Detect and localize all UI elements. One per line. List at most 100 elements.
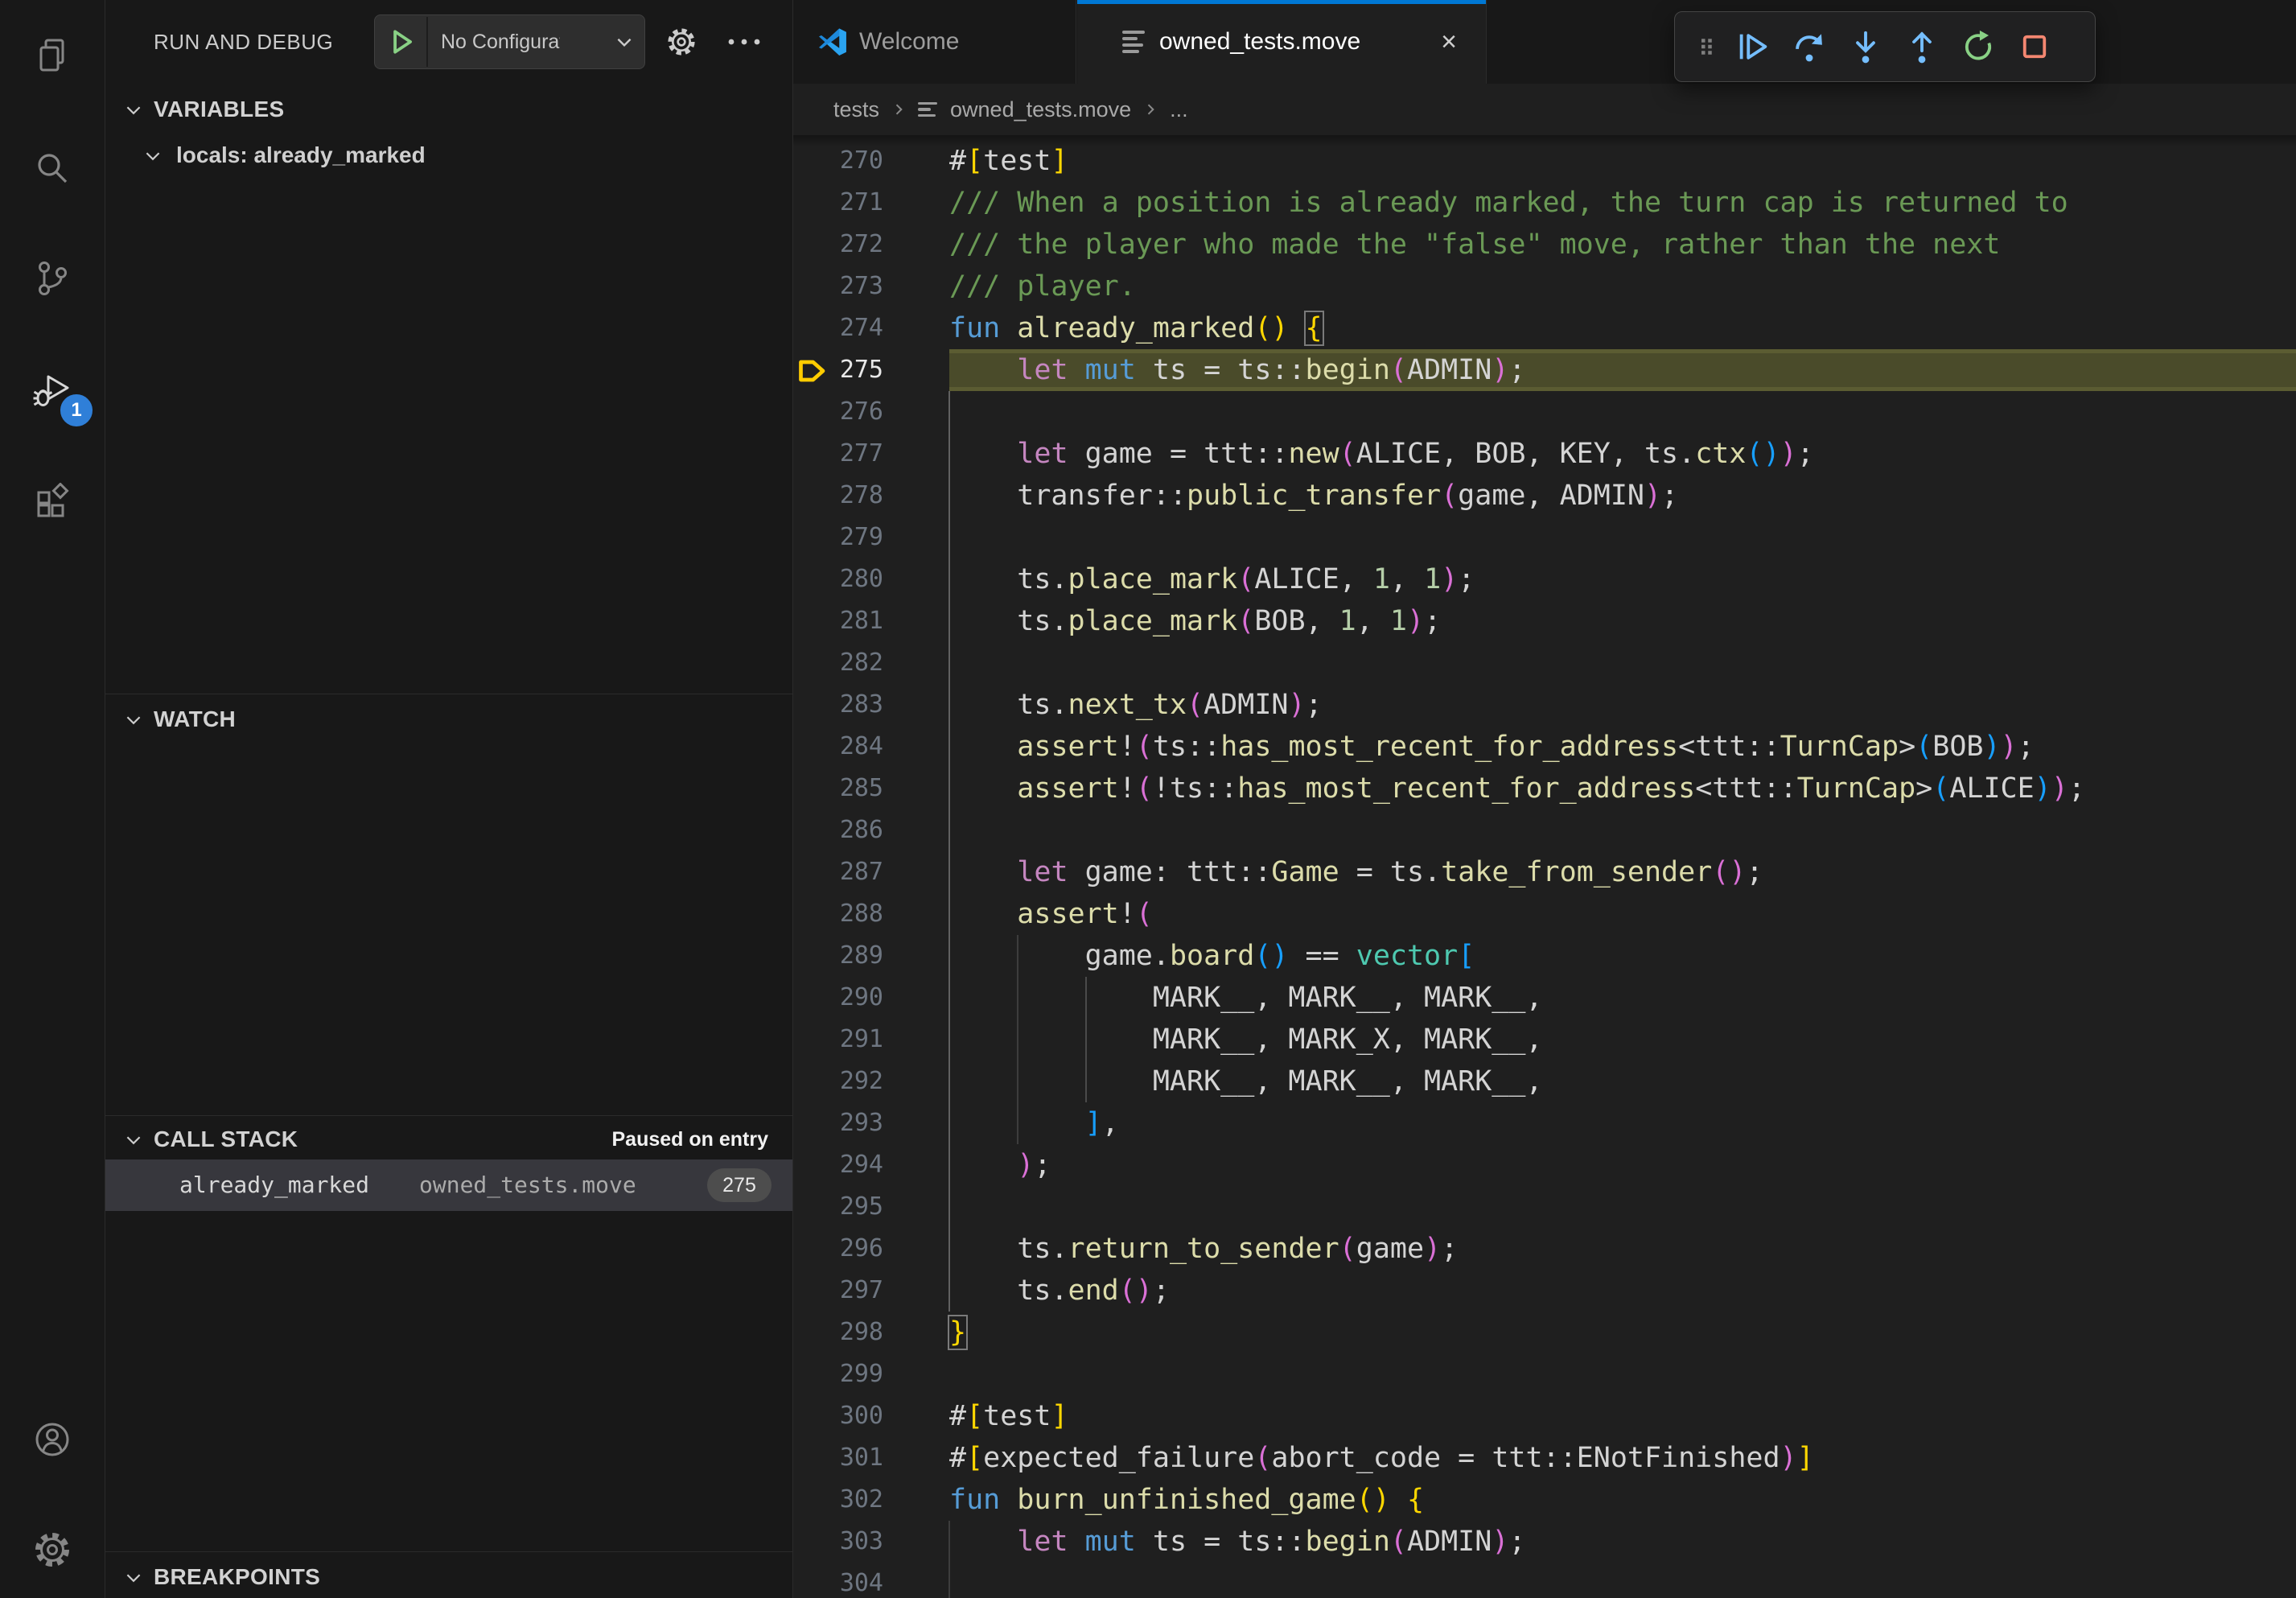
line-number[interactable]: 277 — [793, 433, 883, 475]
code-line[interactable]: 282 — [793, 642, 2296, 684]
line-number[interactable]: 291 — [793, 1019, 883, 1061]
line-number[interactable]: 298 — [793, 1312, 883, 1353]
code-line[interactable]: 285 assert!(!ts::has_most_recent_for_add… — [793, 768, 2296, 809]
line-number[interactable]: 290 — [793, 977, 883, 1019]
line-number[interactable]: 293 — [793, 1102, 883, 1144]
code-line[interactable]: 304 — [793, 1563, 2296, 1598]
line-number[interactable]: 287 — [793, 851, 883, 893]
line-number[interactable]: 299 — [793, 1353, 883, 1395]
tab-owned-tests-move[interactable]: owned_tests.move × — [1077, 0, 1487, 84]
code-line[interactable]: 299 — [793, 1353, 2296, 1395]
debug-config-dropdown[interactable]: No Configurations — [374, 14, 645, 69]
line-number[interactable]: 294 — [793, 1144, 883, 1186]
line-number[interactable]: 283 — [793, 684, 883, 726]
code-line[interactable]: 289 game.board() == vector[ — [793, 935, 2296, 977]
extensions-icon[interactable] — [33, 483, 72, 521]
line-number[interactable]: 275 — [793, 349, 883, 391]
code-line[interactable]: 302fun burn_unfinished_game() { — [793, 1479, 2296, 1521]
code-line[interactable]: 297 ts.end(); — [793, 1270, 2296, 1312]
breadcrumb-item-tests[interactable]: tests — [833, 97, 879, 122]
code-line[interactable]: 278 transfer::public_transfer(game, ADMI… — [793, 475, 2296, 517]
code-line[interactable]: 288 assert!( — [793, 893, 2296, 935]
code-line[interactable]: 273/// player. — [793, 266, 2296, 307]
code-line[interactable]: 301#[expected_failure(abort_code = ttt::… — [793, 1437, 2296, 1479]
line-number[interactable]: 271 — [793, 182, 883, 224]
settings-gear-icon[interactable] — [33, 1530, 72, 1569]
code-line[interactable]: 277 let game = ttt::new(ALICE, BOB, KEY,… — [793, 433, 2296, 475]
code-line[interactable]: 280 ts.place_mark(ALICE, 1, 1); — [793, 558, 2296, 600]
line-number[interactable]: 296 — [793, 1228, 883, 1270]
stop-button[interactable] — [2006, 23, 2063, 71]
stack-frame-row[interactable]: already_marked owned_tests.move 275 — [105, 1159, 792, 1211]
code-line[interactable]: 276 — [793, 391, 2296, 433]
code-line[interactable]: 287 let game: ttt::Game = ts.take_from_s… — [793, 851, 2296, 893]
code-line[interactable]: 270#[test] — [793, 140, 2296, 182]
toolbar-drag-grip[interactable] — [1688, 23, 1725, 71]
variables-section-header[interactable]: VARIABLES — [105, 90, 792, 129]
more-actions-icon[interactable] — [723, 23, 765, 61]
code-line[interactable]: 295 — [793, 1186, 2296, 1228]
line-number[interactable]: 302 — [793, 1479, 883, 1521]
line-number[interactable]: 278 — [793, 475, 883, 517]
tab-welcome[interactable]: Welcome — [793, 0, 1076, 84]
code-line[interactable]: 292 MARK__, MARK__, MARK__, — [793, 1061, 2296, 1102]
line-number[interactable]: 304 — [793, 1563, 883, 1598]
code-line[interactable]: 291 MARK__, MARK_X, MARK__, — [793, 1019, 2296, 1061]
code-line[interactable]: 293 ], — [793, 1102, 2296, 1144]
code-line[interactable]: 283 ts.next_tx(ADMIN); — [793, 684, 2296, 726]
step-over-button[interactable] — [1781, 23, 1837, 71]
debug-config-value[interactable]: No Configurations — [441, 15, 560, 68]
variables-scope-row[interactable]: locals: already_marked — [105, 135, 792, 175]
line-number[interactable]: 280 — [793, 558, 883, 600]
close-icon[interactable]: × — [1434, 27, 1463, 56]
line-number[interactable]: 272 — [793, 224, 883, 266]
code-line[interactable]: 286 — [793, 809, 2296, 851]
code-line[interactable]: 272/// the player who made the "false" m… — [793, 224, 2296, 266]
step-into-button[interactable] — [1837, 23, 1894, 71]
line-number[interactable]: 284 — [793, 726, 883, 768]
breadcrumb-item-symbol[interactable]: ... — [1170, 97, 1188, 122]
line-number[interactable]: 303 — [793, 1521, 883, 1563]
code-line[interactable]: 275 let mut ts = ts::begin(ADMIN); — [793, 349, 2296, 391]
line-number[interactable]: 300 — [793, 1395, 883, 1437]
line-number[interactable]: 289 — [793, 935, 883, 977]
chevron-down-icon[interactable] — [614, 31, 635, 52]
call-stack-section-header[interactable]: CALL STACK Paused on entry — [105, 1120, 792, 1159]
line-number[interactable]: 282 — [793, 642, 883, 684]
line-number[interactable]: 301 — [793, 1437, 883, 1479]
line-number[interactable]: 281 — [793, 600, 883, 642]
code-line[interactable]: 303 let mut ts = ts::begin(ADMIN); — [793, 1521, 2296, 1563]
start-debug-icon[interactable] — [386, 27, 417, 57]
step-out-button[interactable] — [1894, 23, 1950, 71]
watch-section-header[interactable]: WATCH — [105, 700, 792, 739]
line-number[interactable]: 274 — [793, 307, 883, 349]
code-line[interactable]: 294 ); — [793, 1144, 2296, 1186]
continue-button[interactable] — [1725, 23, 1781, 71]
code-line[interactable]: 296 ts.return_to_sender(game); — [793, 1228, 2296, 1270]
code-line[interactable]: 300#[test] — [793, 1395, 2296, 1437]
code-line[interactable]: 284 assert!(ts::has_most_recent_for_addr… — [793, 726, 2296, 768]
code-line[interactable]: 271/// When a position is already marked… — [793, 182, 2296, 224]
line-number[interactable]: 295 — [793, 1186, 883, 1228]
breadcrumb-item-file[interactable]: owned_tests.move — [950, 97, 1131, 122]
explorer-icon[interactable] — [33, 36, 72, 75]
code-line[interactable]: 298} — [793, 1312, 2296, 1353]
debug-settings-gear-icon[interactable] — [662, 23, 701, 61]
line-number[interactable]: 279 — [793, 517, 883, 558]
line-number[interactable]: 270 — [793, 140, 883, 182]
line-number[interactable]: 273 — [793, 266, 883, 307]
line-number[interactable]: 276 — [793, 391, 883, 433]
line-number[interactable]: 297 — [793, 1270, 883, 1312]
line-number[interactable]: 285 — [793, 768, 883, 809]
code-line[interactable]: 290 MARK__, MARK__, MARK__, — [793, 977, 2296, 1019]
line-number[interactable]: 292 — [793, 1061, 883, 1102]
code-line[interactable]: 274fun already_marked() { — [793, 307, 2296, 349]
code-line[interactable]: 279 — [793, 517, 2296, 558]
code-line[interactable]: 281 ts.place_mark(BOB, 1, 1); — [793, 600, 2296, 642]
line-number[interactable]: 286 — [793, 809, 883, 851]
line-number[interactable]: 288 — [793, 893, 883, 935]
source-control-icon[interactable] — [33, 259, 72, 298]
breakpoints-section-header[interactable]: BREAKPOINTS — [105, 1558, 792, 1596]
search-icon[interactable] — [33, 149, 72, 187]
account-icon[interactable] — [33, 1420, 72, 1459]
